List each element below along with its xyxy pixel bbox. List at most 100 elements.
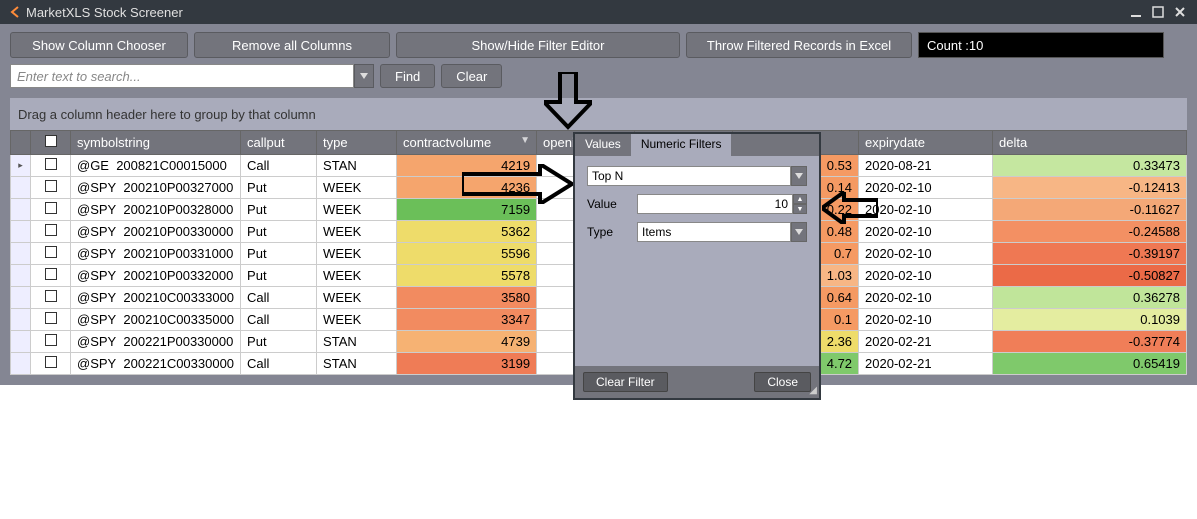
cell-contractvolume: 3199 [397,353,537,375]
filter-type-select[interactable]: Top N [587,166,791,186]
clear-button[interactable]: Clear [441,64,502,88]
cell-delta: 0.33473 [993,155,1187,177]
col-type[interactable]: type [317,131,397,155]
cell-symbolstring: @SPY 200210C00335000 [71,309,241,331]
cell-symbolstring: @SPY 200210P00328000 [71,199,241,221]
cell-symbolstring: @SPY 200210C00333000 [71,287,241,309]
row-checkbox[interactable] [31,221,71,243]
cell-type: STAN [317,353,397,375]
cell-expirydate: 2020-02-21 [859,353,993,375]
row-indicator [11,221,31,243]
cell-contractvolume: 4219 [397,155,537,177]
col-delta[interactable]: delta [993,131,1187,155]
row-checkbox[interactable] [31,199,71,221]
cell-symbolstring: @SPY 200210P00327000 [71,177,241,199]
row-checkbox[interactable] [31,353,71,375]
remove-all-columns-button[interactable]: Remove all Columns [194,32,390,58]
row-indicator [11,199,31,221]
type-dropdown-icon[interactable] [791,222,807,242]
cell-delta: 0.65419 [993,353,1187,375]
cell-delta: 0.1039 [993,309,1187,331]
cell-expirydate: 2020-02-21 [859,331,993,353]
cell-callput: Put [241,221,317,243]
type-select[interactable]: Items [637,222,791,242]
grid-wrapper: symbolstring callput type contractvolume… [10,130,1187,375]
cell-contractvolume: 3347 [397,309,537,331]
cell-callput: Call [241,309,317,331]
count-display: Count :10 [918,32,1164,58]
cell-contractvolume: 5362 [397,221,537,243]
tab-numeric-filters[interactable]: Numeric Filters [631,134,732,156]
close-icon[interactable] [1171,5,1189,19]
cell-delta: -0.12413 [993,177,1187,199]
close-filter-button[interactable]: Close [754,372,811,392]
row-checkbox[interactable] [31,177,71,199]
row-header-col [11,131,31,155]
row-checkbox[interactable] [31,331,71,353]
col-symbolstring[interactable]: symbolstring [71,131,241,155]
type-label: Type [587,225,637,239]
cell-callput: Call [241,353,317,375]
select-all-checkbox-header[interactable] [31,131,71,155]
group-bar[interactable]: Drag a column header here to group by th… [10,98,1187,130]
cell-delta: 0.36278 [993,287,1187,309]
row-checkbox[interactable] [31,243,71,265]
spin-down-icon[interactable]: ▼ [793,204,807,214]
show-column-chooser-button[interactable]: Show Column Chooser [10,32,188,58]
cell-delta: -0.11627 [993,199,1187,221]
row-indicator [11,243,31,265]
cell-symbolstring: @SPY 200221C00330000 [71,353,241,375]
col-callput[interactable]: callput [241,131,317,155]
col-contractvolume[interactable]: contractvolume▼ [397,131,537,155]
minimize-icon[interactable] [1127,5,1145,19]
cell-contractvolume: 3580 [397,287,537,309]
cell-symbolstring: @SPY 200210P00331000 [71,243,241,265]
show-hide-filter-editor-button[interactable]: Show/Hide Filter Editor [396,32,680,58]
cell-expirydate: 2020-02-10 [859,265,993,287]
search-dropdown-icon[interactable] [354,64,374,88]
value-input[interactable]: 10 [637,194,793,214]
value-label: Value [587,197,637,211]
row-indicator [11,353,31,375]
row-checkbox[interactable] [31,309,71,331]
cell-delta: -0.50827 [993,265,1187,287]
cell-callput: Put [241,199,317,221]
titlebar: MarketXLS Stock Screener [0,0,1197,24]
cell-type: WEEK [317,177,397,199]
cell-expirydate: 2020-08-21 [859,155,993,177]
cell-symbolstring: @SPY 200221P00330000 [71,331,241,353]
value-spinner[interactable]: ▲ ▼ [793,194,807,214]
col-expirydate[interactable]: expirydate [859,131,993,155]
cell-delta: -0.39197 [993,243,1187,265]
resize-grip-icon[interactable]: ◢ [809,385,817,396]
tab-values[interactable]: Values [575,134,631,156]
row-checkbox[interactable] [31,287,71,309]
row-indicator [11,177,31,199]
row-checkbox[interactable] [31,265,71,287]
cell-expirydate: 2020-02-10 [859,309,993,331]
row-indicator [11,287,31,309]
clear-filter-button[interactable]: Clear Filter [583,372,668,392]
cell-type: STAN [317,155,397,177]
cell-callput: Call [241,287,317,309]
window-title: MarketXLS Stock Screener [26,5,183,20]
cell-type: STAN [317,331,397,353]
search-input[interactable]: Enter text to search... [10,64,354,88]
numeric-filter-popup: Values Numeric Filters Top N Value 10 ▲ … [573,132,821,400]
throw-filtered-button[interactable]: Throw Filtered Records in Excel [686,32,912,58]
cell-callput: Put [241,177,317,199]
cell-contractvolume: 5578 [397,265,537,287]
cell-type: WEEK [317,265,397,287]
cell-contractvolume: 4739 [397,331,537,353]
cell-type: WEEK [317,199,397,221]
find-button[interactable]: Find [380,64,435,88]
cell-expirydate: 2020-02-10 [859,287,993,309]
cell-delta: -0.37774 [993,331,1187,353]
maximize-icon[interactable] [1149,5,1167,19]
spin-up-icon[interactable]: ▲ [793,194,807,204]
cell-delta: -0.24588 [993,221,1187,243]
filter-type-dropdown-icon[interactable] [791,166,807,186]
row-indicator [11,265,31,287]
filter-icon[interactable]: ▼ [520,135,530,146]
row-checkbox[interactable] [31,155,71,177]
